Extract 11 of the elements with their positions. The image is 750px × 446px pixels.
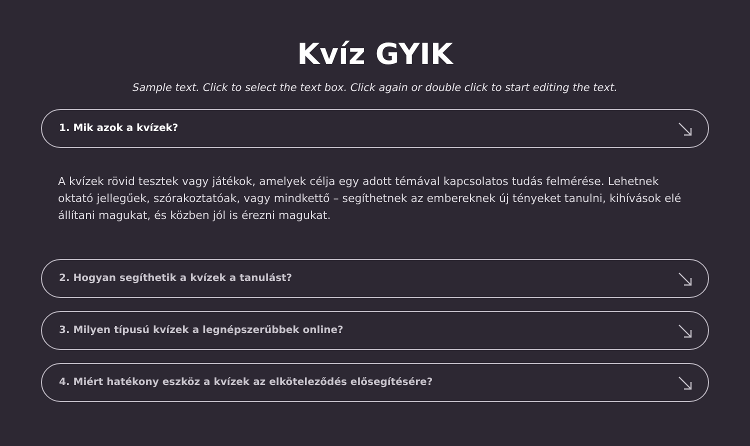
arrow-icon: [678, 376, 692, 390]
faq-answer: A kvízek rövid tesztek vagy játékok, amelyek célja egy adott témával kapcsolatos tudás felmérése. Lehetnek oktató jellegűek, szórakoztatóak, vagy mindkettő – segíthetnek az embereknek új tényeket tanulni, kihívások elé állítani magukat, és közben jól is érezni magukat.: [58, 174, 682, 224]
arrow-icon: [678, 272, 692, 286]
faq-question[interactable]: 1. Mik azok a kvízek?: [41, 109, 709, 148]
arrow-icon: [678, 122, 692, 136]
arrow-icon: [678, 324, 692, 338]
faq-question[interactable]: 2. Hogyan segíthetik a kvízek a tanulást?: [41, 259, 709, 298]
page-title: Kvíz GYIK: [296, 36, 454, 73]
faq-question[interactable]: 4. Miért hatékony eszköz a kvízek az elköteleződés elősegítésére?: [41, 363, 709, 402]
subtitle-text: Sample text. Click to select the text box. Click again or double click to start editing the text.: [132, 82, 618, 94]
faq-question[interactable]: 3. Milyen típusú kvízek a legnépszerűbbek online?: [41, 311, 709, 350]
